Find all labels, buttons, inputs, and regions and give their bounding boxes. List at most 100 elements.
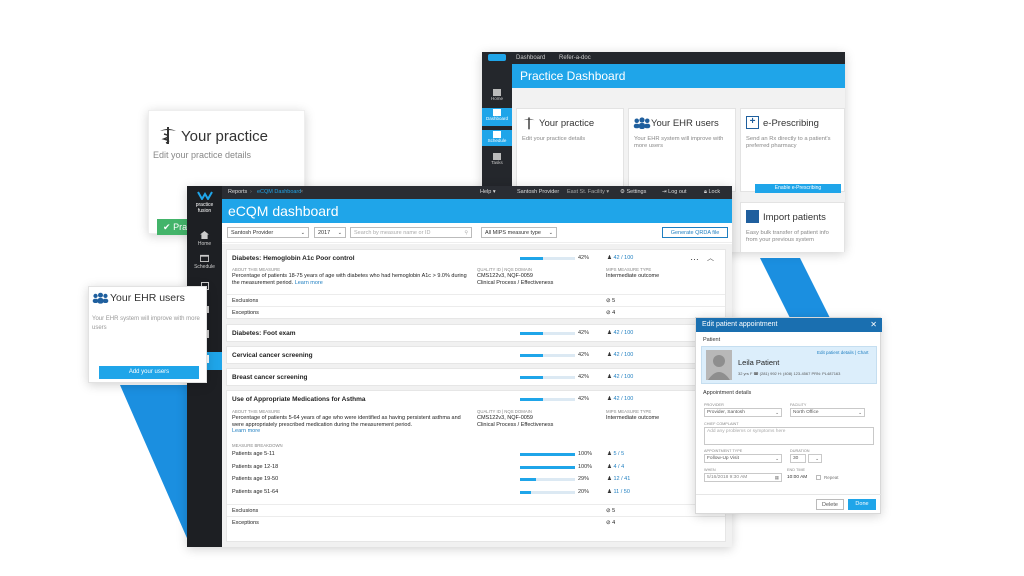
measure-card[interactable]: Cervical cancer screening 42% ♟ 42 / 100 — [226, 346, 726, 364]
measure-percent: 42% — [578, 330, 590, 336]
import-icon — [746, 210, 759, 223]
exceptions-row: Exceptions ⊘ 4 — [227, 516, 725, 528]
sidebar-item-schedule[interactable]: Schedule — [482, 130, 512, 146]
add-users-button[interactable]: Add your users — [99, 366, 199, 379]
duration-input[interactable]: 30 — [790, 454, 806, 463]
lock-button[interactable]: 🔒︎ Lock — [704, 186, 720, 199]
exclusions-label: Exclusions — [232, 298, 259, 304]
person-silhouette-icon — [708, 355, 730, 380]
measure-count[interactable]: 42 / 100 — [613, 374, 633, 380]
sidebar-item-dashboard[interactable]: Dashboard — [482, 108, 512, 126]
chevron-down-icon: ⌄ — [337, 230, 342, 236]
caduceus-icon — [522, 116, 536, 135]
tile-your-practice[interactable]: Your practice Edit your practice details — [516, 108, 624, 192]
sidebar-item-schedule[interactable]: Schedule — [187, 254, 222, 272]
topnav-dashboard[interactable]: Dashboard — [516, 55, 545, 61]
appointment-type-select[interactable]: Follow-Up Visit ⌄ — [704, 454, 782, 463]
breadcrumb-current: eCQM Dashboard — [257, 189, 302, 195]
person-icon: ♟ — [607, 463, 612, 470]
user-menu[interactable]: Santosh Provider — [517, 186, 559, 199]
breakdown-count[interactable]: 12 / 41 — [613, 476, 630, 482]
duration-label: DURATION — [790, 449, 810, 453]
measure-progress-bar — [520, 376, 575, 379]
provider-value: Provider, Santosh — [707, 410, 745, 415]
patient-info: 32 yrs F ☎ (281) 992 H: (408) 123-4567 P… — [738, 371, 841, 376]
sidebar-item-tasks[interactable]: Tasks — [482, 152, 512, 168]
patient-links[interactable]: Edit patient details | Chart — [817, 350, 868, 355]
learn-more-link[interactable]: Learn more — [295, 280, 323, 286]
settings-button[interactable]: ⚙ Settings — [620, 186, 646, 199]
person-icon: ♟ — [607, 476, 612, 482]
learn-more-link[interactable]: Learn more — [232, 428, 260, 434]
your-ehr-users-card: Your EHR users Your EHR system will impr… — [88, 286, 207, 383]
tile-ehr-users[interactable]: Your EHR users Your EHR system will impr… — [628, 108, 736, 192]
close-icon[interactable]: ✕ — [870, 318, 877, 332]
measure-percent: 42% — [578, 374, 590, 380]
measure-card[interactable]: Breast cancer screening 42% ♟ 42 / 100 — [226, 368, 726, 386]
modal-title: Edit patient appointment — [702, 321, 778, 328]
provider-select-value: Santosh Provider — [231, 230, 274, 236]
mips-type-value: Intermediate outcome — [606, 273, 660, 279]
provider-select[interactable]: Provider, Santosh ⌄ — [704, 408, 782, 417]
measure-count[interactable]: 42 / 100 — [613, 352, 633, 358]
breadcrumb-reports[interactable]: Reports — [228, 186, 247, 199]
measure-progress-bar — [520, 398, 575, 401]
exceptions-row: Exceptions ⊘ 4 — [227, 306, 725, 318]
breakdown-count[interactable]: 5 / 5 — [613, 451, 624, 457]
year-select[interactable]: 2017 ⌄ — [314, 227, 346, 238]
exceptions-value: 4 — [612, 520, 616, 526]
logout-icon: ⇥ — [662, 189, 667, 195]
tile-description: Send an Rx directly to a patient's prefe… — [746, 136, 831, 149]
main-topbar: Reports › eCQM Dashboard × Help ▾ Santos… — [222, 186, 732, 199]
measure-card[interactable]: Diabetes: Hemoglobin A1c Poor control 42… — [226, 249, 726, 319]
measure-search-input[interactable]: Search by measure name or ID ⚲ — [350, 227, 472, 238]
chief-complaint-input[interactable]: Add any problems or symptoms here — [704, 427, 874, 445]
measure-count[interactable]: 42 / 100 — [613, 330, 633, 336]
complaint-label: CHIEF COMPLAINT — [704, 422, 739, 426]
breakdown-count[interactable]: 4 / 4 — [613, 464, 624, 470]
chevron-up-icon[interactable]: ︿ — [707, 253, 714, 263]
person-icon: ♟ — [607, 374, 612, 380]
patient-card: Edit patient details | Chart Leila Patie… — [701, 346, 877, 384]
generate-qrda-button[interactable]: Generate QRDA file — [662, 227, 728, 238]
progress-fill — [520, 376, 544, 379]
facility-select[interactable]: North Office ⌄ — [790, 408, 865, 417]
sidebar-item-home[interactable]: Home — [187, 231, 222, 249]
duration-unit-select[interactable]: ⌄ — [808, 454, 822, 463]
more-options-icon[interactable]: … — [690, 252, 699, 262]
block-icon: ⊘ — [606, 520, 611, 526]
measure-type-select[interactable]: All MIPS measure type ⌄ — [481, 227, 557, 238]
tile-description: Your EHR system will improve with more u… — [634, 136, 724, 149]
delete-button[interactable]: Delete — [816, 499, 844, 510]
chevron-down-icon: ⌄ — [815, 456, 819, 461]
topnav-refer[interactable]: Refer-a-doc — [559, 55, 591, 61]
provider-select[interactable]: Santosh Provider ⌄ — [227, 227, 309, 238]
page-title: eCQM dashboard — [222, 199, 732, 223]
sidebar-item-home[interactable]: Home — [482, 88, 512, 104]
enable-eprescribing-button[interactable]: Enable e-Prescribing — [755, 184, 841, 193]
year-select-value: 2017 — [318, 230, 331, 236]
measure-count[interactable]: 42 / 100 — [613, 255, 633, 261]
logout-button[interactable]: ⇥ Log out — [662, 186, 687, 199]
breakdown-count[interactable]: 11 / 50 — [613, 489, 629, 495]
when-input[interactable]: 5/16/2018 9:30 AM ▦ — [704, 473, 782, 482]
measure-count[interactable]: 42 / 100 — [613, 396, 633, 402]
dashboard-topnav: Dashboard Refer-a-doc — [512, 52, 845, 64]
chevron-down-icon: ⌄ — [775, 456, 779, 461]
tile-import-patients[interactable]: Import patients Easy bulk transfer of pa… — [740, 202, 845, 252]
close-tab-icon[interactable]: × — [300, 186, 303, 199]
measure-card[interactable]: Diabetes: Foot exam 42% ♟ 42 / 100 — [226, 324, 726, 342]
progress-fill — [520, 465, 575, 469]
done-button[interactable]: Done — [848, 499, 876, 510]
help-menu[interactable]: Help ▾ — [480, 186, 496, 199]
measure-type-value: All MIPS measure type — [485, 230, 541, 236]
measure-description: Percentage of patients 18-75 years of ag… — [232, 273, 472, 286]
calendar-icon — [200, 254, 209, 262]
tile-e-prescribing[interactable]: + e-Prescribing Send an Rx directly to a… — [740, 108, 845, 193]
measure-card[interactable]: Use of Appropriate Medications for Asthm… — [226, 390, 726, 542]
facility-menu[interactable]: East St. Facility ▾ — [567, 186, 609, 199]
exclusions-row: Exclusions ⊘ 5 — [227, 504, 725, 516]
repeat-checkbox[interactable] — [816, 475, 821, 480]
end-time-label: END TIME — [787, 468, 806, 472]
breakdown-progress-bar — [520, 465, 575, 469]
